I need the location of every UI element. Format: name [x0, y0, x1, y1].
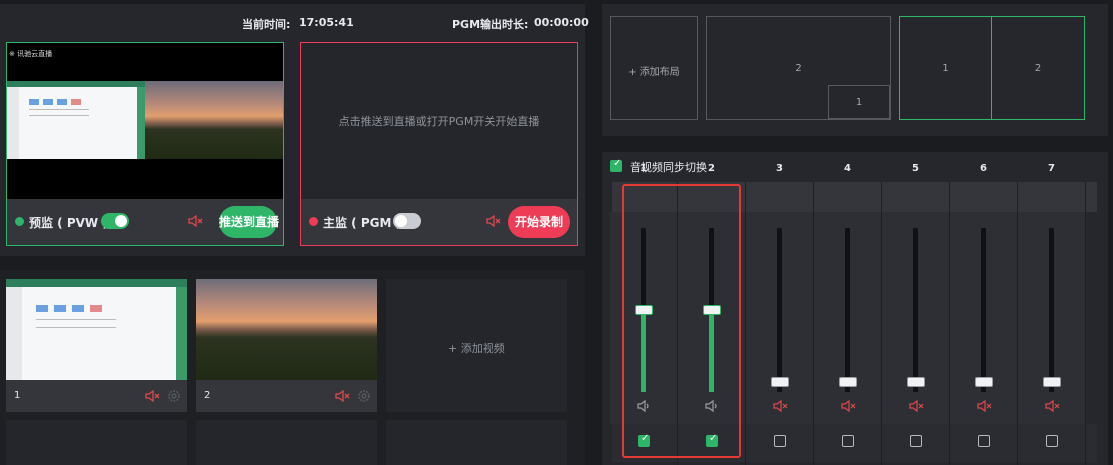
channel-number: 1	[640, 163, 647, 174]
logo-overlay: ※ 讯驰云直播	[9, 50, 53, 58]
gear-icon[interactable]	[166, 388, 182, 404]
speaker-muted-icon[interactable]	[908, 398, 924, 414]
thumbnail-bar: 2	[196, 380, 377, 412]
speaker-muted-icon[interactable]	[840, 398, 856, 414]
speaker-muted-icon[interactable]	[485, 213, 501, 229]
channel-number: 7	[1048, 163, 1055, 174]
pvw-label: 预监 ( PVW )	[29, 216, 108, 230]
channel-number: 2	[708, 163, 715, 174]
empty-slot[interactable]	[386, 420, 567, 465]
push-to-live-button[interactable]: 推送到直播	[219, 206, 279, 238]
layout-option-pip[interactable]: 2 1	[706, 16, 891, 120]
volume-fader-handle[interactable]	[839, 377, 857, 387]
source-thumbnail[interactable]: 1	[6, 279, 187, 412]
sunset-image	[196, 279, 377, 380]
pgm-toggle[interactable]	[393, 213, 421, 229]
selection-highlight	[622, 184, 741, 458]
channel-number: 5	[912, 163, 919, 174]
add-layout-button[interactable]: + 添加布局	[610, 16, 698, 120]
program-controls: 主监 ( PGM ) 开始录制	[301, 199, 577, 245]
start-recording-button[interactable]: 开始录制	[508, 206, 570, 238]
speaker-muted-icon[interactable]	[772, 398, 788, 414]
channel-select-checkbox[interactable]	[842, 435, 854, 447]
source-number: 2	[204, 390, 211, 401]
add-layout-label: + 添加布局	[628, 67, 680, 78]
pgm-duration-label: PGM输出时长:	[452, 18, 529, 31]
preview-controls: 预监 ( PVW ) 推送到直播	[7, 199, 283, 245]
thumbnail-bar: 1	[6, 380, 187, 412]
volume-fader-handle[interactable]	[907, 377, 925, 387]
layout-option-split[interactable]: 1 2	[899, 16, 1085, 120]
layout-right-number: 2	[1034, 63, 1042, 74]
source-number: 1	[14, 390, 21, 401]
volume-fader-handle[interactable]	[1043, 377, 1061, 387]
program-monitor: 点击推送到直播或打开PGM开关开始直播 主监 ( PGM ) 开始录制	[300, 42, 578, 246]
volume-track[interactable]	[981, 228, 986, 392]
channel-select-checkbox[interactable]	[1046, 435, 1058, 447]
preview-monitor: ※ 讯驰云直播 预监 ( PVW ) 推送到直播	[6, 42, 284, 246]
add-video-label: + 添加视频	[448, 342, 505, 355]
channel-divider	[1085, 182, 1086, 465]
add-video-button[interactable]: + 添加视频	[386, 279, 567, 412]
gear-icon[interactable]	[356, 388, 372, 404]
screen-capture-image	[6, 279, 187, 380]
empty-slot[interactable]	[196, 420, 377, 465]
channel-number: 6	[980, 163, 987, 174]
volume-track[interactable]	[1049, 228, 1054, 392]
current-time: 17:05:41	[299, 16, 354, 29]
channel-number: 4	[844, 163, 851, 174]
channel-select-checkbox[interactable]	[978, 435, 990, 447]
speaker-muted-icon[interactable]	[187, 213, 203, 229]
source-thumbnail[interactable]: 2	[196, 279, 377, 412]
speaker-muted-icon[interactable]	[976, 398, 992, 414]
volume-track[interactable]	[913, 228, 918, 392]
speaker-muted-icon[interactable]	[144, 388, 160, 404]
current-time-label: 当前时间:	[242, 18, 291, 31]
volume-track[interactable]	[777, 228, 782, 392]
channel-number: 3	[776, 163, 783, 174]
channel-select-checkbox[interactable]	[774, 435, 786, 447]
pgm-label: 主监 ( PGM )	[323, 216, 402, 230]
layout-left-number: 1	[942, 63, 949, 74]
sunset-image	[145, 81, 283, 159]
screen-capture-image	[7, 81, 145, 159]
volume-fader-handle[interactable]	[975, 377, 993, 387]
pvw-toggle[interactable]	[101, 213, 129, 229]
empty-slot[interactable]	[6, 420, 187, 465]
pgm-hint-text: 点击推送到直播或打开PGM开关开始直播	[338, 115, 540, 128]
layout-pip-number: 1	[855, 97, 863, 108]
speaker-muted-icon[interactable]	[1044, 398, 1060, 414]
volume-fader-handle[interactable]	[771, 377, 789, 387]
layout-panel: + 添加布局 2 1 1 2	[602, 4, 1108, 136]
layout-main-number: 2	[795, 63, 802, 74]
channel-select-checkbox[interactable]	[910, 435, 922, 447]
layout-pip-box: 1	[828, 85, 890, 119]
speaker-muted-icon[interactable]	[334, 388, 350, 404]
volume-track[interactable]	[845, 228, 850, 392]
pvw-status-dot	[15, 217, 24, 226]
pgm-duration: 00:00:00	[534, 16, 589, 29]
pgm-status-dot	[309, 217, 318, 226]
